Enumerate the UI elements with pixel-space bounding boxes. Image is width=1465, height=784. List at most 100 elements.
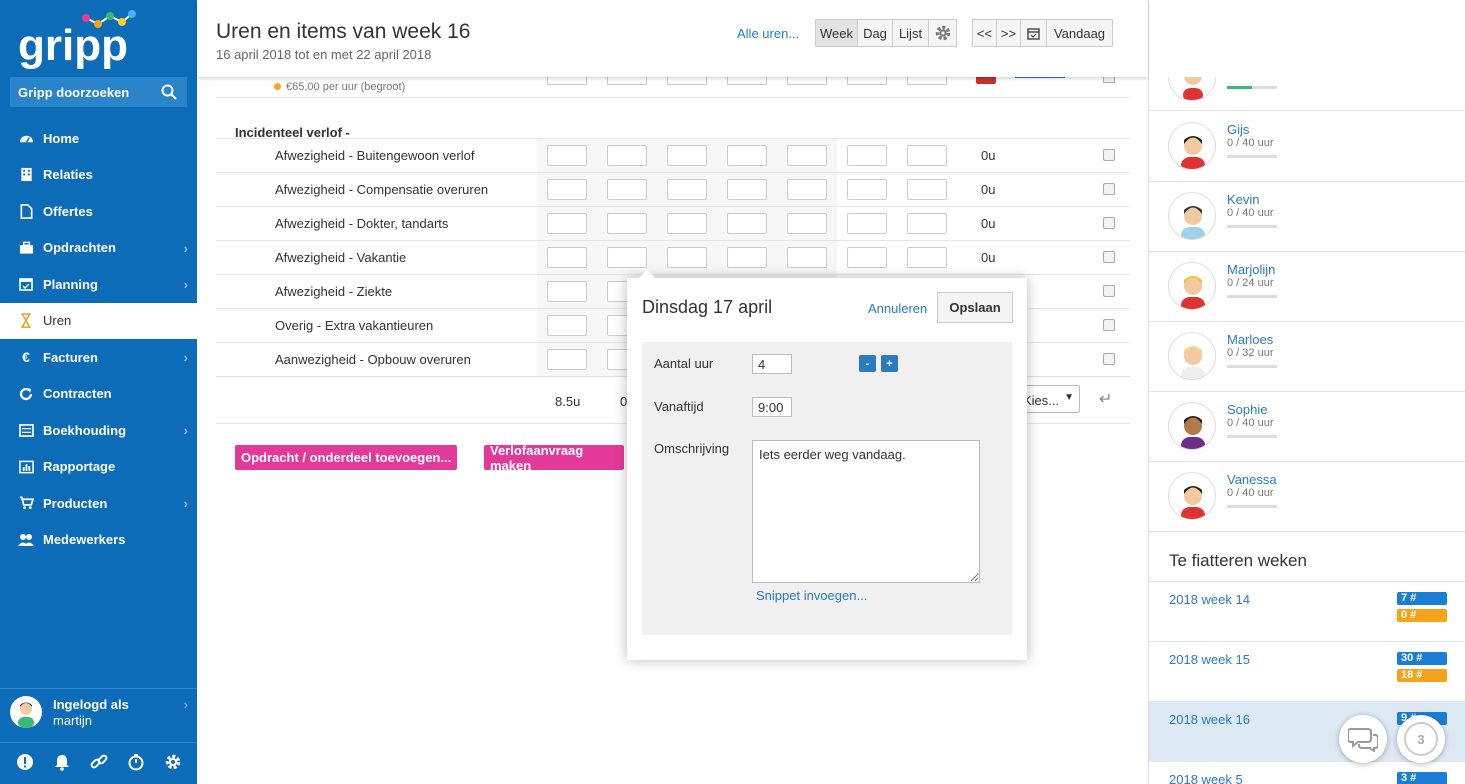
- approve-week-item[interactable]: 2018 week 15 30 # 18 #: [1149, 641, 1465, 701]
- decrease-button[interactable]: -: [859, 355, 876, 372]
- alert-icon[interactable]: [16, 753, 34, 774]
- team-member[interactable]: Sophie 0 / 40 uur: [1149, 392, 1465, 462]
- gripp-logo[interactable]: gripp: [18, 8, 138, 70]
- hour-cell[interactable]: [727, 213, 767, 234]
- chat-button[interactable]: [1339, 715, 1387, 763]
- member-name[interactable]: Sophie: [1227, 402, 1267, 417]
- sidebar-item-offertes[interactable]: Offertes: [0, 193, 197, 230]
- week-label[interactable]: 2018 week 16: [1169, 712, 1250, 727]
- week-label[interactable]: 2018 week 14: [1169, 592, 1250, 607]
- hour-cell[interactable]: [667, 179, 707, 200]
- hour-cell[interactable]: [787, 77, 827, 85]
- team-member[interactable]: Vanessa 0 / 40 uur: [1149, 462, 1465, 532]
- notification-button[interactable]: 3: [1397, 715, 1445, 763]
- hour-cell[interactable]: [547, 281, 587, 302]
- row-checkbox[interactable]: [1103, 319, 1115, 331]
- hour-cell[interactable]: [547, 145, 587, 166]
- gear-icon[interactable]: [164, 753, 182, 774]
- hour-cell[interactable]: [667, 213, 707, 234]
- bell-icon[interactable]: [53, 753, 71, 774]
- hour-cell[interactable]: [667, 145, 707, 166]
- hour-cell[interactable]: [607, 145, 647, 166]
- sidebar-item-relaties[interactable]: Relaties: [0, 157, 197, 194]
- save-button[interactable]: Opslaan: [937, 292, 1013, 323]
- sidebar-item-home[interactable]: Home: [0, 120, 197, 157]
- cancel-link[interactable]: Annuleren: [868, 301, 927, 316]
- enter-icon[interactable]: ↵: [1099, 389, 1112, 409]
- hour-cell[interactable]: [907, 145, 947, 166]
- row-checkbox[interactable]: [1103, 183, 1115, 195]
- hour-cell[interactable]: [547, 179, 587, 200]
- team-member[interactable]: Marjolijn 0 / 24 uur: [1149, 252, 1465, 322]
- member-name[interactable]: Marjolijn: [1227, 262, 1275, 277]
- week-label[interactable]: 2018 week 5: [1169, 772, 1243, 784]
- view-list-button[interactable]: Lijst: [892, 19, 929, 47]
- sidebar-item-medewerkers[interactable]: Medewerkers: [0, 522, 197, 559]
- search-icon[interactable]: [161, 84, 177, 103]
- insert-snippet-link[interactable]: Snippet invoegen...: [756, 588, 867, 603]
- sidebar-item-producten[interactable]: Producten ›: [0, 485, 197, 522]
- sidebar-item-uren[interactable]: Uren: [0, 302, 197, 339]
- hours-input[interactable]: [752, 354, 792, 374]
- today-button[interactable]: Vandaag: [1046, 19, 1113, 47]
- hour-cell[interactable]: [727, 179, 767, 200]
- hour-cell[interactable]: [547, 77, 587, 85]
- hour-cell[interactable]: [547, 247, 587, 268]
- add-assignment-button[interactable]: Opdracht / onderdeel toevoegen...: [235, 445, 458, 470]
- approve-week-item[interactable]: 2018 week 14 7 # 0 #: [1149, 581, 1465, 641]
- link-icon[interactable]: [90, 753, 108, 774]
- stopwatch-icon[interactable]: [127, 753, 145, 774]
- team-member[interactable]: Kevin 0 / 40 uur: [1149, 182, 1465, 252]
- view-day-button[interactable]: Dag: [857, 19, 893, 47]
- hour-cell[interactable]: [727, 247, 767, 268]
- hour-cell[interactable]: [547, 349, 587, 370]
- row-checkbox[interactable]: [1103, 217, 1115, 229]
- team-member[interactable]: Gijs 0 / 40 uur: [1149, 112, 1465, 182]
- sidebar-item-planning[interactable]: Planning ›: [0, 266, 197, 303]
- hour-cell[interactable]: [907, 247, 947, 268]
- row-checkbox[interactable]: [1103, 77, 1115, 83]
- hour-cell[interactable]: [847, 77, 887, 85]
- hour-cell[interactable]: [787, 145, 827, 166]
- hour-cell[interactable]: [547, 315, 587, 336]
- description-textarea[interactable]: Iets eerder weg vandaag.: [752, 440, 980, 583]
- member-name[interactable]: Gijs: [1227, 122, 1249, 137]
- hour-cell[interactable]: [787, 179, 827, 200]
- row-checkbox[interactable]: [1103, 353, 1115, 365]
- member-name[interactable]: Vanessa: [1227, 472, 1277, 487]
- hour-cell[interactable]: [547, 213, 587, 234]
- sidebar-item-rapportage[interactable]: Rapportage: [0, 449, 197, 486]
- hour-cell[interactable]: [667, 247, 707, 268]
- member-name[interactable]: Kevin: [1227, 192, 1260, 207]
- previous-week-button[interactable]: <<: [972, 19, 997, 47]
- all-hours-link[interactable]: Alle uren...: [737, 26, 799, 41]
- next-week-button[interactable]: >>: [996, 19, 1021, 47]
- hour-cell[interactable]: [847, 213, 887, 234]
- sidebar-search[interactable]: Gripp doorzoeken: [10, 77, 187, 107]
- hour-cell[interactable]: [667, 77, 707, 85]
- sidebar-item-boekhouding[interactable]: Boekhouding ›: [0, 412, 197, 449]
- team-member[interactable]: Marloes 0 / 32 uur: [1149, 322, 1465, 392]
- sidebar-item-opdrachten[interactable]: Opdrachten ›: [0, 230, 197, 267]
- week-label[interactable]: 2018 week 15: [1169, 652, 1250, 667]
- member-name[interactable]: Marloes: [1227, 332, 1273, 347]
- user-panel[interactable]: Ingelogd als martijn ›: [0, 688, 197, 738]
- hour-cell[interactable]: [607, 247, 647, 268]
- hour-cell[interactable]: [607, 213, 647, 234]
- date-picker-button[interactable]: [1020, 19, 1047, 47]
- row-checkbox[interactable]: [1103, 149, 1115, 161]
- leave-request-button[interactable]: Verlofaanvraag maken: [484, 443, 624, 473]
- view-settings-button[interactable]: [928, 19, 957, 47]
- hour-cell[interactable]: [907, 77, 947, 85]
- hour-cell[interactable]: [847, 145, 887, 166]
- hour-cell[interactable]: [607, 77, 647, 85]
- hour-cell[interactable]: [787, 213, 827, 234]
- hour-cell[interactable]: [727, 145, 767, 166]
- row-checkbox[interactable]: [1103, 251, 1115, 263]
- hour-cell[interactable]: [907, 179, 947, 200]
- hour-cell[interactable]: [727, 77, 767, 85]
- hour-cell[interactable]: [787, 247, 827, 268]
- sidebar-item-facturen[interactable]: € Facturen ›: [0, 339, 197, 376]
- sidebar-item-contracten[interactable]: Contracten: [0, 376, 197, 413]
- hour-cell[interactable]: [607, 179, 647, 200]
